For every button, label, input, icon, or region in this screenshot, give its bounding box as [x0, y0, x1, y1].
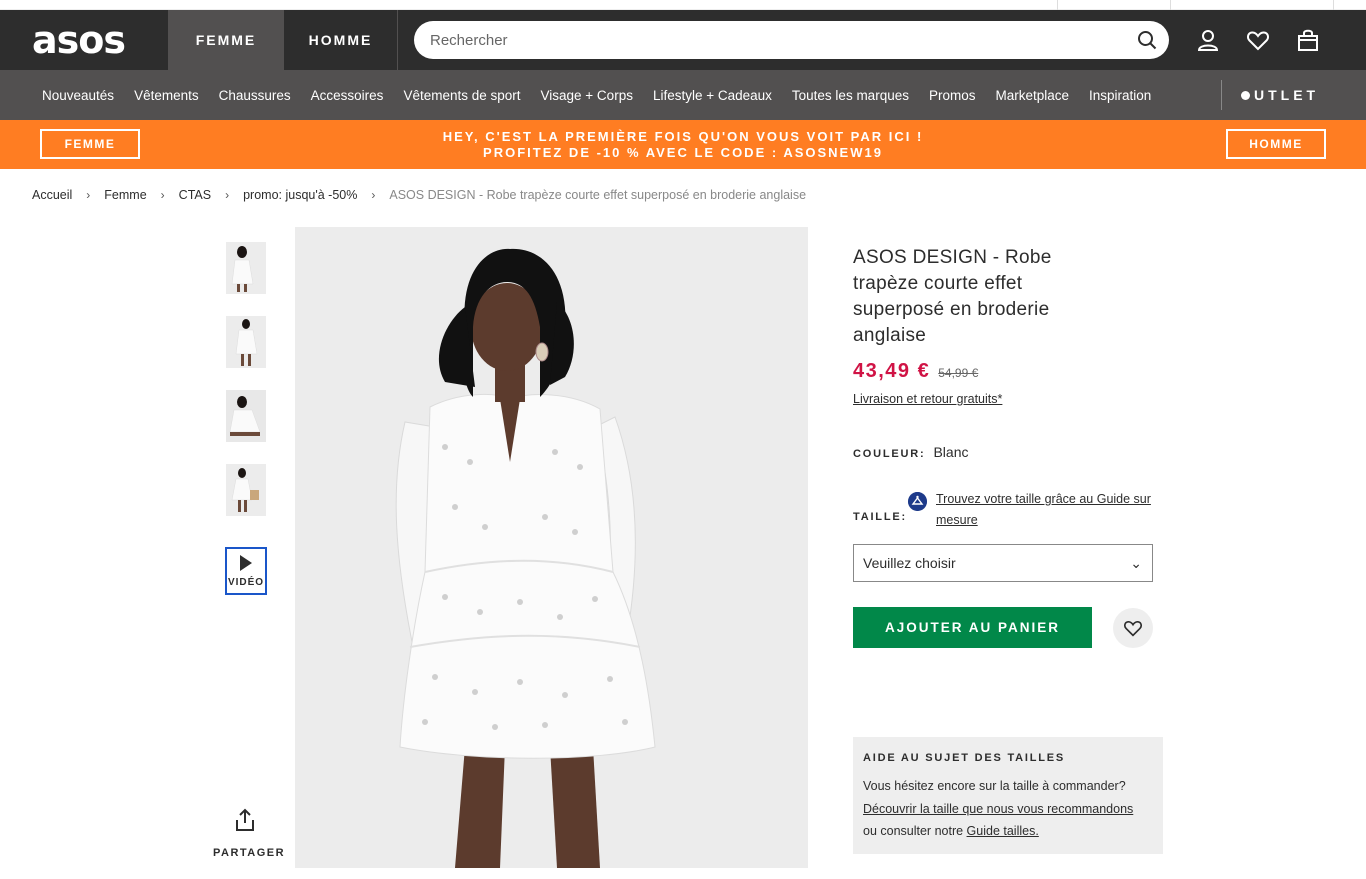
- nav-item-inspiration[interactable]: Inspiration: [1089, 88, 1151, 103]
- account-icon[interactable]: [1196, 28, 1220, 52]
- breadcrumb-ctas[interactable]: CTAS: [179, 188, 211, 202]
- asos-logo[interactable]: asos: [0, 10, 168, 70]
- heart-icon: [1124, 620, 1142, 637]
- thumbnail-2[interactable]: [226, 316, 266, 368]
- header-icons: [1196, 28, 1320, 52]
- outlet-o-dot: [1241, 90, 1250, 100]
- search-input[interactable]: [430, 31, 1110, 49]
- thumbnail-4[interactable]: [226, 464, 266, 516]
- bag-icon[interactable]: [1296, 28, 1320, 52]
- delivery-link[interactable]: Livraison et retour gratuits*: [853, 392, 1163, 406]
- category-nav: Nouveautés Vêtements Chaussures Accessoi…: [0, 70, 1366, 120]
- breadcrumb: Accueil › Femme › CTAS › promo: jusqu'à …: [32, 188, 806, 202]
- video-thumbnail[interactable]: VIDÉO: [225, 547, 267, 595]
- promo-banner: FEMME HEY, C'EST LA PREMIÈRE FOIS QU'ON …: [0, 120, 1366, 169]
- promo-text: HEY, C'EST LA PREMIÈRE FOIS QU'ON VOUS V…: [443, 129, 924, 161]
- main-header: asos FEMME HOMME: [0, 10, 1366, 70]
- outlet-label: UTLET: [1254, 87, 1320, 103]
- promo-homme-button[interactable]: HOMME: [1226, 129, 1326, 159]
- chevron-right-icon: ›: [86, 188, 91, 202]
- size-select[interactable]: Veuillez choisir ⌄: [853, 544, 1153, 582]
- logo-text: asos: [32, 18, 126, 62]
- nav-divider: [1221, 80, 1222, 110]
- breadcrumb-femme[interactable]: Femme: [104, 188, 146, 202]
- color-row: COULEUR: Blanc: [853, 444, 1163, 460]
- play-icon: [240, 554, 252, 571]
- breadcrumb-current: ASOS DESIGN - Robe trapèze courte effet …: [389, 188, 807, 202]
- size-help-title: AIDE AU SUJET DES TAILLES: [863, 752, 1066, 764]
- nav-item-marketplace[interactable]: Marketplace: [995, 88, 1069, 103]
- nav-item-promos[interactable]: Promos: [929, 88, 976, 103]
- wishlist-icon[interactable]: [1246, 28, 1270, 52]
- buy-row: AJOUTER AU PANIER: [853, 607, 1163, 648]
- nav-item-vetements-sport[interactable]: Vêtements de sport: [403, 88, 520, 103]
- top-utility-strip: [0, 0, 1366, 10]
- size-help-box: AIDE AU SUJET DES TAILLES Vous hésitez e…: [853, 737, 1163, 854]
- save-for-later-button[interactable]: [1113, 607, 1153, 648]
- old-price: 54,99 €: [938, 366, 979, 380]
- chevron-right-icon: ›: [225, 188, 230, 202]
- share-button[interactable]: PARTAGER: [213, 808, 286, 859]
- promo-line-1: HEY, C'EST LA PREMIÈRE FOIS QU'ON VOUS V…: [442, 128, 924, 144]
- strip-divider: [1057, 0, 1058, 10]
- share-icon: [236, 808, 254, 831]
- nav-item-marques[interactable]: Toutes les marques: [792, 88, 909, 103]
- fit-assistant-link[interactable]: Trouvez votre taille grâce au Guide sur …: [936, 489, 1166, 531]
- video-label: VIDÉO: [227, 576, 265, 588]
- size-select-value: Veuillez choisir: [863, 555, 956, 571]
- nav-item-accessoires[interactable]: Accessoires: [311, 88, 384, 103]
- current-price: 43,49 €: [853, 360, 931, 382]
- product-title: ASOS DESIGN - Robe trapèze courte effet …: [853, 247, 1052, 346]
- size-help-text: Vous hésitez encore sur la taille à comm…: [863, 775, 1153, 843]
- chevron-right-icon: ›: [160, 188, 165, 202]
- strip-divider: [1170, 0, 1171, 10]
- chevron-right-icon: ›: [371, 188, 376, 202]
- add-to-bag-button[interactable]: AJOUTER AU PANIER: [853, 607, 1092, 648]
- promo-femme-button[interactable]: FEMME: [40, 129, 140, 159]
- nav-item-visage-corps[interactable]: Visage + Corps: [541, 88, 633, 103]
- share-label: PARTAGER: [213, 847, 286, 859]
- strip-divider: [1333, 0, 1334, 10]
- outlet-link[interactable]: UTLET: [1241, 87, 1319, 103]
- size-guide-link[interactable]: Guide tailles.: [967, 824, 1039, 838]
- thumbnail-1[interactable]: [226, 242, 266, 294]
- promo-line-2: PROFITEZ DE -10 % AVEC LE CODE : ASOSNEW…: [483, 144, 883, 160]
- tab-homme[interactable]: HOMME: [284, 10, 398, 70]
- size-row: TAILLE: Trouvez votre taille grâce au Gu…: [853, 490, 1163, 527]
- size-recommendation-link[interactable]: Découvrir la taille que nous vous recomm…: [863, 802, 1133, 816]
- product-info: ASOS DESIGN - Robe trapèze courte effet …: [853, 245, 1163, 648]
- search-icon[interactable]: [1137, 30, 1157, 50]
- nav-item-nouveautes[interactable]: Nouveautés: [42, 88, 114, 103]
- nav-item-vetements[interactable]: Vêtements: [134, 88, 199, 103]
- size-help-prefix: ou consulter notre: [863, 824, 967, 838]
- thumbnail-list: [226, 242, 266, 538]
- breadcrumb-promo[interactable]: promo: jusqu'à -50%: [243, 188, 357, 202]
- color-label: COULEUR:: [853, 448, 926, 460]
- chevron-down-icon: ⌄: [1130, 555, 1142, 571]
- thumbnail-3[interactable]: [226, 390, 266, 442]
- size-help-question: Vous hésitez encore sur la taille à comm…: [863, 779, 1126, 793]
- product-main-image[interactable]: [295, 227, 808, 868]
- nav-item-lifestyle[interactable]: Lifestyle + Cadeaux: [653, 88, 772, 103]
- color-value: Blanc: [933, 444, 969, 460]
- breadcrumb-accueil[interactable]: Accueil: [32, 188, 72, 202]
- price-row: 43,49 € 54,99 €: [853, 360, 1163, 383]
- size-label: TAILLE:: [853, 511, 907, 523]
- nav-item-chaussures[interactable]: Chaussures: [219, 88, 291, 103]
- fit-assistant-icon: [908, 492, 927, 511]
- search-bar: [414, 21, 1169, 59]
- tab-femme[interactable]: FEMME: [168, 10, 284, 70]
